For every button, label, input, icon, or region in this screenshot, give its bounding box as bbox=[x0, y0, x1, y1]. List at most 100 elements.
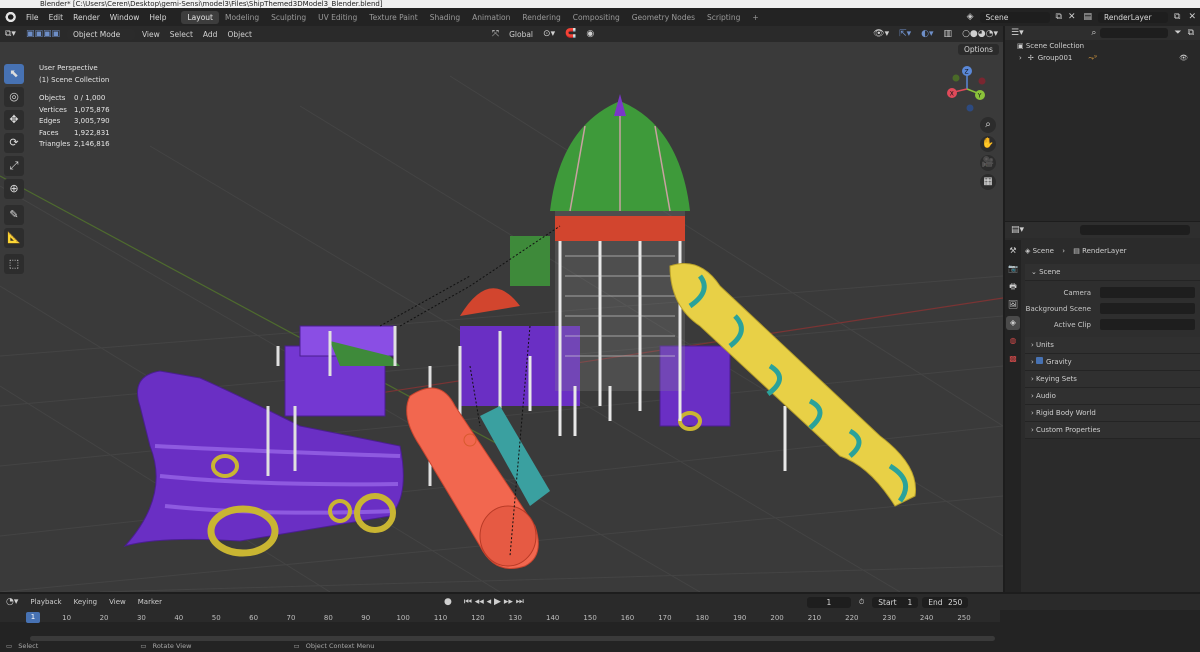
end-frame-field[interactable]: End 250 bbox=[922, 596, 969, 608]
playback-controls-icon[interactable]: ⏮ ◂◂ ◂ ▶ ▸▸ ⏭ bbox=[458, 597, 530, 607]
panel-keying-sets[interactable]: › Keying Sets bbox=[1025, 371, 1200, 388]
tab-texture-paint[interactable]: Texture Paint bbox=[363, 11, 423, 24]
scene-selector[interactable]: Scene bbox=[979, 11, 1050, 23]
menu-render[interactable]: Render bbox=[68, 13, 105, 22]
perspective-grid-icon[interactable]: ▦ bbox=[980, 174, 996, 190]
window-title: Blender* [C:\Users\Ceren\Desktop\gemi-Se… bbox=[0, 0, 1200, 8]
panel-audio[interactable]: › Audio bbox=[1025, 388, 1200, 405]
stat-objects: Objects 0 / 1,000 bbox=[39, 94, 106, 102]
tab-scripting[interactable]: Scripting bbox=[701, 11, 746, 24]
add-cube-tool-icon[interactable]: ⬚ bbox=[4, 254, 24, 274]
view-menu[interactable]: View bbox=[137, 29, 165, 40]
menu-help[interactable]: Help bbox=[144, 13, 171, 22]
scene-section-header[interactable]: ⌄ Scene bbox=[1025, 264, 1200, 281]
tab-sculpting[interactable]: Sculpting bbox=[265, 11, 312, 24]
texture-tab-icon[interactable]: ▩ bbox=[1006, 352, 1020, 366]
start-frame-field[interactable]: Start 1 bbox=[872, 596, 919, 608]
transform-orientation-dropdown[interactable]: Global bbox=[504, 29, 538, 40]
add-workspace-button[interactable]: + bbox=[746, 11, 764, 24]
gizmo-toggle-icon[interactable]: ⇱▾ bbox=[894, 28, 916, 40]
pivot-icon[interactable]: ⊙▾ bbox=[538, 28, 560, 40]
camera-field[interactable] bbox=[1099, 287, 1195, 298]
menu-edit[interactable]: Edit bbox=[44, 13, 69, 22]
xray-icon[interactable]: ▥ bbox=[939, 28, 958, 40]
tool-tab-icon[interactable]: ⚒ bbox=[1006, 244, 1020, 258]
keying-menu[interactable]: Keying bbox=[68, 598, 104, 606]
outliner-editor-icon[interactable]: ☰▾ bbox=[1011, 28, 1024, 38]
zoom-icon[interactable]: ⌕ bbox=[980, 117, 996, 133]
annotate-tool-icon[interactable]: ✎ bbox=[4, 205, 24, 225]
select-tool-icon[interactable]: ⬉ bbox=[4, 64, 24, 84]
marker-menu[interactable]: Marker bbox=[132, 598, 168, 606]
world-tab-icon[interactable]: ◍ bbox=[1006, 334, 1020, 348]
rotate-tool-icon[interactable]: ⟳ bbox=[4, 133, 24, 153]
tab-rendering[interactable]: Rendering bbox=[516, 11, 566, 24]
blender-logo-icon[interactable] bbox=[3, 10, 17, 24]
delete-layer-icon[interactable]: ✕ bbox=[1188, 12, 1196, 22]
shading-modes-icon[interactable]: ○●◕◔▾ bbox=[957, 28, 1003, 40]
options-dropdown[interactable]: Options bbox=[958, 44, 999, 55]
panel-custom-properties[interactable]: › Custom Properties bbox=[1025, 422, 1200, 439]
visibility-eye-icon[interactable]: 👁 bbox=[1179, 52, 1188, 64]
pan-hand-icon[interactable]: ✋ bbox=[980, 136, 996, 152]
move-tool-icon[interactable]: ✥ bbox=[4, 110, 24, 130]
scene-tab-icon[interactable]: ◈ bbox=[1006, 316, 1020, 330]
view-layer-tab-icon[interactable]: 🖼 bbox=[1006, 298, 1020, 312]
output-tab-icon[interactable]: 🖶 bbox=[1006, 280, 1020, 294]
menu-window[interactable]: Window bbox=[105, 13, 145, 22]
navigation-gizmo[interactable]: Z Y X bbox=[942, 64, 992, 114]
add-menu[interactable]: Add bbox=[198, 29, 223, 40]
tab-modeling[interactable]: Modeling bbox=[219, 11, 265, 24]
panel-rigid-body-world[interactable]: › Rigid Body World bbox=[1025, 405, 1200, 422]
tab-compositing[interactable]: Compositing bbox=[567, 11, 626, 24]
expand-arrow-icon[interactable]: › bbox=[1019, 52, 1022, 64]
tab-layout[interactable]: Layout bbox=[181, 10, 219, 24]
active-clip-field-row: Active Clip bbox=[1025, 317, 1200, 333]
new-collection-icon[interactable]: ⧉ bbox=[1188, 28, 1194, 38]
properties-editor-icon[interactable]: ▤▾ bbox=[1011, 225, 1024, 235]
render-tab-icon[interactable]: 📷 bbox=[1006, 262, 1020, 276]
panel-gravity[interactable]: › Gravity bbox=[1025, 354, 1200, 371]
outliner-search-field[interactable] bbox=[1100, 28, 1169, 38]
playhead-frame[interactable]: 1 bbox=[26, 612, 40, 623]
select-menu[interactable]: Select bbox=[165, 29, 198, 40]
tree-item-group001[interactable]: › ✢ Group001 ⤳⁹ 👁 bbox=[1005, 52, 1200, 64]
tree-scene-collection[interactable]: ▣ Scene Collection bbox=[1005, 40, 1200, 52]
layer-selector[interactable]: RenderLayer bbox=[1098, 11, 1169, 23]
properties-search-field[interactable] bbox=[1080, 225, 1191, 235]
snap-icon[interactable]: 🧲 bbox=[560, 28, 581, 40]
timeline-view-menu[interactable]: View bbox=[103, 598, 132, 606]
proportional-edit-icon[interactable]: ◉ bbox=[581, 28, 599, 40]
active-clip-field[interactable] bbox=[1099, 319, 1195, 330]
new-scene-icon[interactable]: ⧉ bbox=[1056, 12, 1062, 22]
editor-type-icon[interactable]: ⧉▾ bbox=[0, 28, 21, 40]
menu-file[interactable]: File bbox=[21, 13, 44, 22]
scale-tool-icon[interactable]: ⤢ bbox=[4, 156, 24, 176]
record-icon[interactable]: ● bbox=[438, 597, 458, 607]
panel-units[interactable]: › Units bbox=[1025, 337, 1200, 354]
overlay-toggle-icon[interactable]: ◐▾ bbox=[916, 28, 938, 40]
delete-scene-icon[interactable]: ✕ bbox=[1068, 12, 1076, 22]
object-menu[interactable]: Object bbox=[222, 29, 256, 40]
background-scene-field[interactable] bbox=[1099, 303, 1195, 314]
funnel-icon[interactable]: ⏷ bbox=[1174, 28, 1181, 38]
current-frame-field[interactable]: 1 bbox=[806, 596, 851, 608]
tab-geometry-nodes[interactable]: Geometry Nodes bbox=[626, 11, 701, 24]
outliner-filter-icon[interactable]: ⌕ bbox=[1091, 28, 1096, 38]
new-layer-icon[interactable]: ⧉ bbox=[1174, 12, 1180, 22]
tab-shading[interactable]: Shading bbox=[424, 11, 466, 24]
camera-view-icon[interactable]: 🎥 bbox=[980, 155, 996, 171]
cursor-tool-icon[interactable]: ◎ bbox=[4, 87, 24, 107]
select-mode-icons[interactable]: ▣▣▣▣ bbox=[21, 28, 65, 40]
3d-viewport[interactable]: ⧉▾ ▣▣▣▣ Object Mode View Select Add Obje… bbox=[0, 26, 1003, 592]
transform-tool-icon[interactable]: ⊕ bbox=[4, 179, 24, 199]
tab-animation[interactable]: Animation bbox=[466, 11, 516, 24]
tab-uv-editing[interactable]: UV Editing bbox=[312, 11, 363, 24]
clock-icon: ⏱ bbox=[858, 597, 865, 606]
object-mode-dropdown[interactable]: Object Mode bbox=[66, 28, 135, 40]
visibility-icon[interactable]: 👁▾ bbox=[868, 28, 894, 40]
gravity-checkbox[interactable] bbox=[1036, 357, 1044, 364]
playback-menu[interactable]: Playback bbox=[24, 598, 67, 606]
timeline-editor-icon[interactable]: ◔▾ bbox=[0, 597, 24, 607]
measure-tool-icon[interactable]: 📐 bbox=[4, 228, 24, 248]
